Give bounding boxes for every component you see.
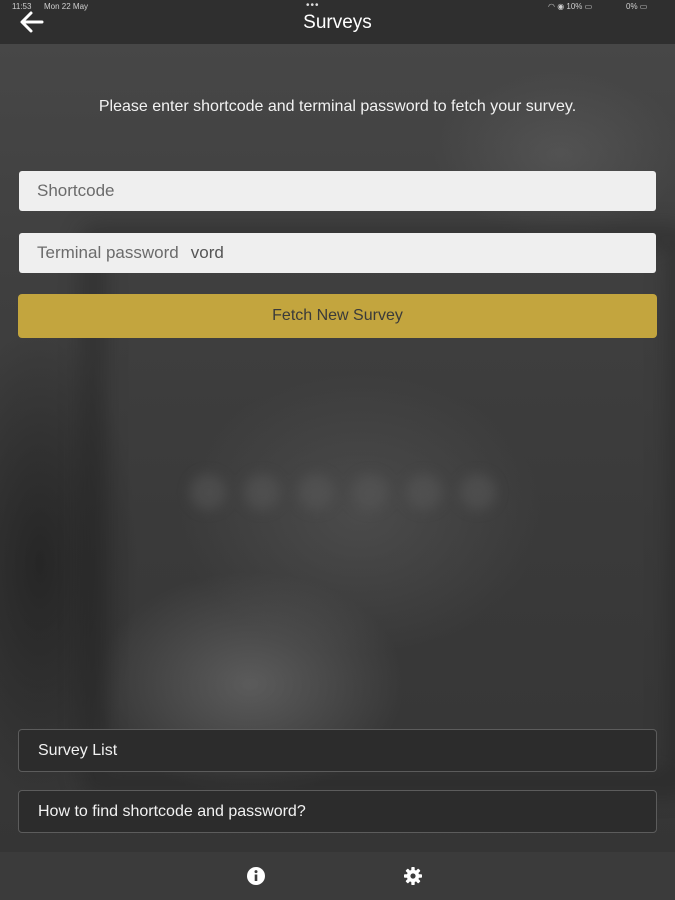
status-battery-left: ◠ ◉ 10% ▭ (548, 2, 593, 11)
info-icon (247, 867, 265, 885)
survey-list-button[interactable]: Survey List (18, 729, 657, 772)
status-bar: 11:53 Mon 22 May ••• ◠ ◉ 10% ▭ 0% ▭ (0, 0, 675, 14)
page-title: Surveys (303, 12, 372, 33)
background-blur-shapes (190, 474, 530, 534)
status-battery-right: 0% ▭ (626, 2, 648, 11)
status-date: Mon 22 May (44, 2, 89, 11)
fetch-new-survey-button[interactable]: Fetch New Survey (18, 294, 657, 338)
battery-right-percent: 0% (626, 2, 638, 11)
how-to-find-button[interactable]: How to find shortcode and password? (18, 790, 657, 833)
battery-left-percent: 10% (566, 2, 583, 11)
gear-icon (404, 867, 422, 885)
status-time: 11:53 (12, 2, 32, 11)
terminal-password-input[interactable]: Terminal password vord (19, 233, 656, 273)
password-value: vord (190, 243, 224, 262)
more-indicator: ••• (306, 0, 320, 11)
info-button[interactable] (246, 866, 266, 886)
instruction-text: Please enter shortcode and terminal pass… (98, 98, 577, 115)
shortcode-input[interactable]: Shortcode (19, 171, 656, 211)
shortcode-placeholder: Shortcode (37, 181, 115, 200)
bottom-toolbar (0, 852, 675, 900)
wifi-icon: ◠ ◉ (548, 2, 567, 11)
settings-button[interactable] (403, 866, 423, 886)
password-placeholder: Terminal password (37, 243, 179, 262)
